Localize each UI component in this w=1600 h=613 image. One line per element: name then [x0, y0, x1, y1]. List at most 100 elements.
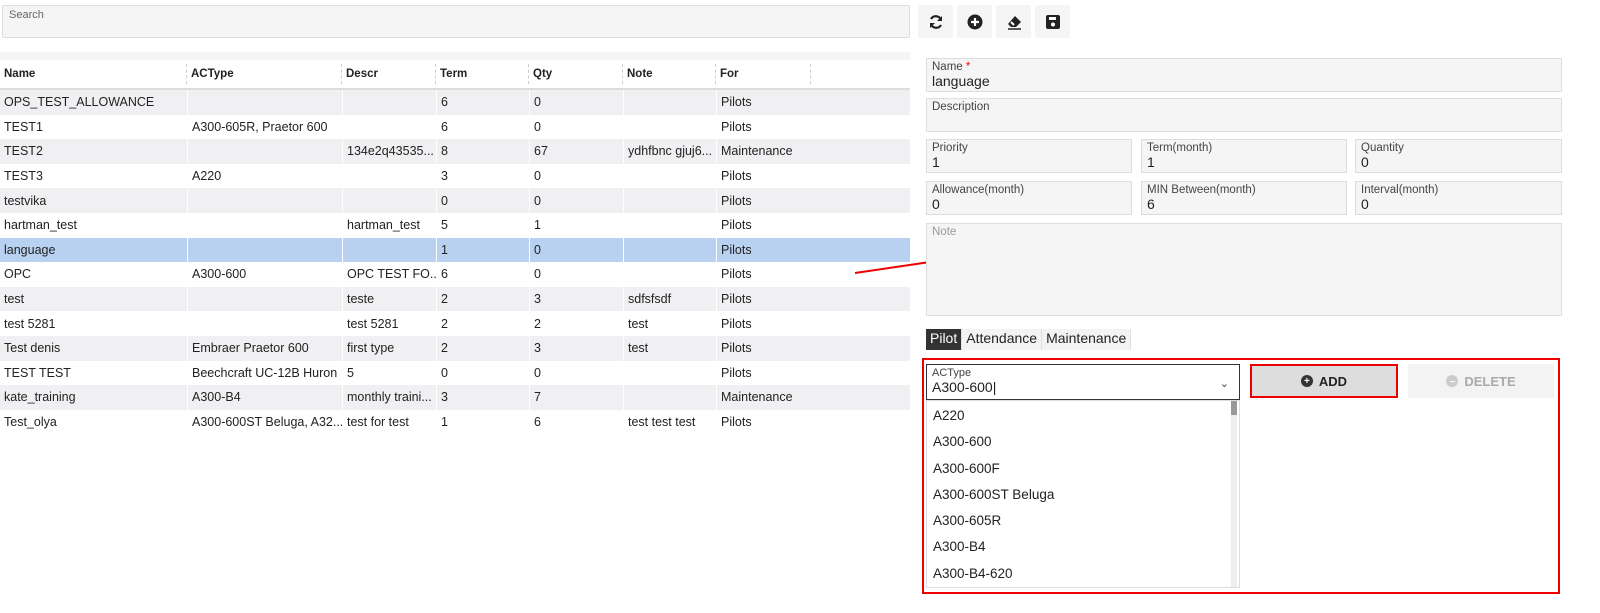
table-row[interactable]: TEST2 134e2q43535... 8 67 ydhfbnc gjuj6... Ma… — [0, 139, 910, 164]
table-cell: Maintenance — [716, 385, 811, 410]
table-cell — [623, 114, 716, 140]
refresh-icon — [929, 14, 942, 29]
table-cell: 2 — [436, 311, 529, 336]
table-cell: test for test — [342, 409, 436, 435]
column-header-for[interactable]: For — [716, 64, 811, 84]
table-cell — [187, 237, 342, 263]
table-cell: 5 — [436, 212, 529, 238]
table-cell — [187, 90, 342, 115]
min-between-field[interactable]: MIN Between(month) 6 — [1141, 181, 1347, 215]
search-input[interactable]: Search — [2, 5, 910, 38]
table-cell: 1 — [436, 409, 529, 435]
table-cell: TEST1 — [4, 119, 43, 134]
table-cell: 3 — [436, 385, 529, 410]
table-row[interactable]: test 5281 test 5281 2 2 test Pilots — [0, 311, 910, 336]
table-cell: 134e2q43535... — [342, 139, 436, 164]
table-cell — [623, 237, 716, 263]
table-row[interactable]: test teste 2 3 sdfsfsdf Pilots — [0, 286, 910, 312]
term-field[interactable]: Term(month) 1 — [1141, 139, 1347, 173]
table-cell: A300-600 — [187, 262, 342, 287]
dropdown-option[interactable]: A300-600F — [927, 454, 1239, 480]
table-cell: 6 — [529, 409, 623, 435]
table-cell: A300-605R, Praetor 600 — [187, 114, 342, 140]
tab-bar: Pilot Attendance Maintenance — [926, 329, 1132, 350]
table-cell: Maintenance — [716, 139, 811, 164]
data-grid: Name ACType Descr Term Qty Note For OPS_TEST_A… — [0, 52, 910, 435]
clear-button[interactable] — [996, 5, 1031, 38]
table-row[interactable]: OPC A300-600 OPC TEST FO... 6 0 Pilots — [0, 262, 910, 287]
scrollbar[interactable] — [1231, 401, 1237, 587]
table-cell: OPC TEST FO... — [342, 262, 436, 287]
table-cell: Pilots — [716, 409, 811, 435]
description-field[interactable]: Description — [926, 98, 1562, 132]
table-cell: 3 — [529, 335, 623, 361]
dropdown-option[interactable]: A300-605R — [927, 506, 1239, 532]
table-cell: test 5281 — [4, 316, 56, 331]
add-button[interactable]: + ADD — [1250, 364, 1398, 398]
table-cell: testvika — [4, 193, 47, 208]
table-row[interactable]: testvika 0 0 Pilots — [0, 188, 910, 213]
table-cell — [187, 212, 342, 238]
priority-field[interactable]: Priority 1 — [926, 139, 1132, 173]
table-row[interactable]: TEST1 A300-605R, Praetor 600 6 0 Pilots — [0, 114, 910, 140]
dropdown-option[interactable]: A300-600 — [927, 427, 1239, 453]
table-cell: sdfsfsdf — [623, 286, 716, 312]
actype-combobox[interactable]: ACType A300-600| ⌄ — [926, 364, 1240, 400]
dropdown-option[interactable]: A300-B4-620 — [927, 559, 1239, 585]
table-cell — [187, 188, 342, 213]
dropdown-option[interactable]: A220 — [927, 401, 1239, 427]
table-cell: teste — [342, 286, 436, 312]
table-row[interactable]: Test_olya A300-600ST Beluga, A32... test f… — [0, 409, 910, 435]
column-header-actype[interactable]: ACType — [187, 64, 342, 84]
table-row[interactable]: kate_training A300-B4 monthly traini... 3 7 M… — [0, 385, 910, 410]
table-cell: 0 — [529, 262, 623, 287]
table-cell: 0 — [436, 188, 529, 213]
table-row[interactable]: TEST3 A220 3 0 Pilots — [0, 163, 910, 189]
table-cell: Pilots — [716, 212, 811, 238]
column-header-qty[interactable]: Qty — [529, 64, 623, 84]
tab-pilot[interactable]: Pilot — [926, 329, 963, 350]
table-row[interactable]: TEST TEST Beechcraft UC-12B Huron 5 0 0 Pilot… — [0, 360, 910, 386]
table-cell — [342, 114, 436, 140]
tab-maintenance[interactable]: Maintenance — [1042, 329, 1132, 350]
table-cell: Pilots — [716, 286, 811, 312]
delete-button[interactable]: – DELETE — [1408, 364, 1554, 398]
table-cell: 6 — [436, 262, 529, 287]
name-field[interactable]: Name * language — [926, 58, 1562, 92]
allowance-field[interactable]: Allowance(month) 0 — [926, 181, 1132, 215]
column-header-descr[interactable]: Descr — [342, 64, 436, 84]
table-cell: 0 — [529, 114, 623, 140]
table-cell: 2 — [529, 311, 623, 336]
table-cell: 0 — [529, 90, 623, 115]
tab-attendance[interactable]: Attendance — [962, 329, 1043, 350]
table-cell: first type — [342, 335, 436, 361]
dropdown-option[interactable]: A300-600ST Beluga — [927, 480, 1239, 506]
table-cell: 7 — [529, 385, 623, 410]
table-cell — [623, 188, 716, 213]
refresh-button[interactable] — [918, 5, 953, 38]
table-cell: 0 — [529, 163, 623, 189]
table-cell: 0 — [529, 360, 623, 386]
dropdown-option[interactable]: A300-B4 — [927, 532, 1239, 558]
column-header-term[interactable]: Term — [436, 64, 529, 84]
table-row[interactable]: hartman_test hartman_test 5 1 Pilots — [0, 212, 910, 238]
table-cell: 67 — [529, 139, 623, 164]
interval-field[interactable]: Interval(month) 0 — [1355, 181, 1562, 215]
table-cell: Pilots — [716, 311, 811, 336]
column-header-name[interactable]: Name — [0, 64, 187, 84]
table-cell: hartman_test — [4, 218, 77, 233]
save-button[interactable] — [1035, 5, 1070, 38]
table-row[interactable]: OPS_TEST_ALLOWANCE 6 0 Pilots — [0, 90, 910, 115]
table-cell: Beechcraft UC-12B Huron — [187, 360, 342, 386]
quantity-field[interactable]: Quantity 0 — [1355, 139, 1562, 173]
table-row[interactable]: Test denis Embraer Praetor 600 first type 2… — [0, 335, 910, 361]
table-cell: TEST2 — [4, 144, 43, 159]
note-textarea[interactable]: Note — [926, 223, 1562, 316]
table-cell: 3 — [529, 286, 623, 312]
table-cell — [342, 237, 436, 263]
table-cell: 0 — [436, 360, 529, 386]
table-row[interactable]: language 1 0 Pilots — [0, 237, 910, 263]
add-button[interactable] — [957, 5, 992, 38]
column-header-note[interactable]: Note — [623, 64, 716, 84]
table-cell: test — [623, 335, 716, 361]
